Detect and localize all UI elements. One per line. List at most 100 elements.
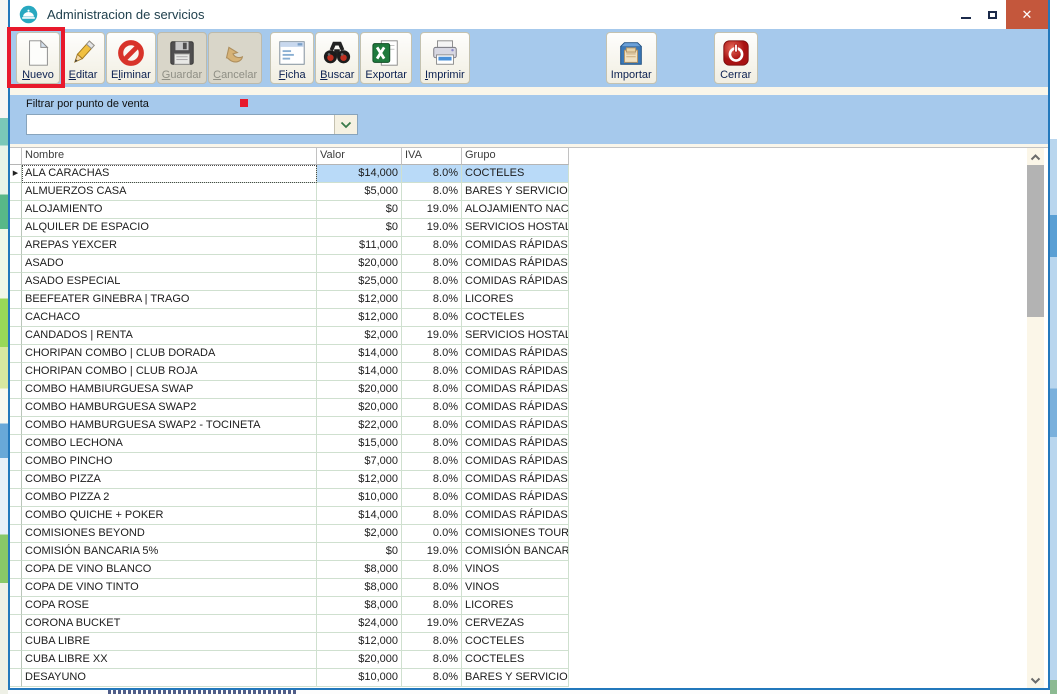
cell-grupo[interactable]: BARES Y SERVICIOS <box>462 669 569 687</box>
cell-nombre[interactable]: ASADO ESPECIAL <box>22 273 317 291</box>
cell-iva[interactable]: 8.0% <box>402 489 462 507</box>
table-row[interactable]: CHORIPAN COMBO | CLUB ROJA$14,0008.0%COM… <box>10 363 570 381</box>
row-selector-cell[interactable] <box>10 201 22 219</box>
cell-grupo[interactable]: COMIDAS RÁPIDAS <box>462 363 569 381</box>
cell-iva[interactable]: 8.0% <box>402 381 462 399</box>
importar-button[interactable]: Importar <box>606 32 657 84</box>
table-row[interactable]: COPA ROSE$8,0008.0%LICORES <box>10 597 570 615</box>
cell-nombre[interactable]: COMBO LECHONA <box>22 435 317 453</box>
cell-iva[interactable]: 19.0% <box>402 219 462 237</box>
row-selector-cell[interactable] <box>10 255 22 273</box>
cell-nombre[interactable]: COMBO QUICHE + POKER <box>22 507 317 525</box>
row-selector-cell[interactable] <box>10 273 22 291</box>
cell-nombre[interactable]: COMISIONES BEYOND <box>22 525 317 543</box>
cell-valor[interactable]: $2,000 <box>317 525 402 543</box>
row-selector-cell[interactable] <box>10 183 22 201</box>
table-row[interactable]: COPA DE VINO TINTO$8,0008.0%VINOS <box>10 579 570 597</box>
cell-grupo[interactable]: COMIDAS RÁPIDAS <box>462 417 569 435</box>
row-selector-cell[interactable] <box>10 615 22 633</box>
cell-iva[interactable]: 8.0% <box>402 579 462 597</box>
cell-valor[interactable]: $10,000 <box>317 489 402 507</box>
table-row[interactable]: ASADO$20,0008.0%COMIDAS RÁPIDAS <box>10 255 570 273</box>
row-selector-cell[interactable] <box>10 219 22 237</box>
cell-iva[interactable]: 8.0% <box>402 165 462 183</box>
punto-de-venta-combobox[interactable] <box>26 114 358 135</box>
cell-nombre[interactable]: AREPAS YEXCER <box>22 237 317 255</box>
cell-grupo[interactable]: COMIDAS RÁPIDAS <box>462 453 569 471</box>
column-header-valor[interactable]: Valor <box>317 148 402 165</box>
row-selector-cell[interactable] <box>10 651 22 669</box>
cell-grupo[interactable]: COMIDAS RÁPIDAS <box>462 399 569 417</box>
cell-valor[interactable]: $14,000 <box>317 345 402 363</box>
cell-iva[interactable]: 8.0% <box>402 237 462 255</box>
cell-iva[interactable]: 8.0% <box>402 597 462 615</box>
row-selector-cell[interactable] <box>10 579 22 597</box>
cell-iva[interactable]: 8.0% <box>402 507 462 525</box>
cell-grupo[interactable]: ALOJAMIENTO NACI <box>462 201 569 219</box>
cell-nombre[interactable]: ALQUILER DE ESPACIO <box>22 219 317 237</box>
cell-valor[interactable]: $0 <box>317 201 402 219</box>
imprimir-button[interactable]: Imprimir <box>420 32 470 84</box>
close-button[interactable]: ✕ <box>1006 0 1048 29</box>
cell-valor[interactable]: $25,000 <box>317 273 402 291</box>
cell-valor[interactable]: $12,000 <box>317 633 402 651</box>
cell-grupo[interactable]: COCTELES <box>462 309 569 327</box>
cell-nombre[interactable]: CHORIPAN COMBO | CLUB DORADA <box>22 345 317 363</box>
cell-grupo[interactable]: COMIDAS RÁPIDAS <box>462 237 569 255</box>
row-selector-cell[interactable] <box>10 471 22 489</box>
row-selector-cell[interactable] <box>10 381 22 399</box>
table-row[interactable]: DESAYUNO$10,0008.0%BARES Y SERVICIOS <box>10 669 570 687</box>
cell-nombre[interactable]: ALA CARACHAS <box>22 165 317 183</box>
row-selector-cell[interactable] <box>10 291 22 309</box>
cell-iva[interactable]: 8.0% <box>402 399 462 417</box>
cell-grupo[interactable]: COMIDAS RÁPIDAS <box>462 273 569 291</box>
row-selector-cell[interactable] <box>10 561 22 579</box>
cell-iva[interactable]: 8.0% <box>402 255 462 273</box>
cell-nombre[interactable]: CHORIPAN COMBO | CLUB ROJA <box>22 363 317 381</box>
cell-nombre[interactable]: CACHACO <box>22 309 317 327</box>
row-selector-cell[interactable] <box>10 417 22 435</box>
cell-iva[interactable]: 8.0% <box>402 363 462 381</box>
table-row[interactable]: AREPAS YEXCER$11,0008.0%COMIDAS RÁPIDAS <box>10 237 570 255</box>
cell-grupo[interactable]: COCTELES <box>462 165 569 183</box>
cell-iva[interactable]: 8.0% <box>402 561 462 579</box>
table-row[interactable]: ALOJAMIENTO$019.0%ALOJAMIENTO NACI <box>10 201 570 219</box>
cell-valor[interactable]: $20,000 <box>317 255 402 273</box>
row-selector-cell[interactable] <box>10 345 22 363</box>
table-row[interactable]: BEEFEATER GINEBRA | TRAGO$12,0008.0%LICO… <box>10 291 570 309</box>
cell-valor[interactable]: $12,000 <box>317 471 402 489</box>
table-row[interactable]: ▶ALA CARACHAS$14,0008.0%COCTELES <box>10 165 570 183</box>
table-row[interactable]: CUBA LIBRE$12,0008.0%COCTELES <box>10 633 570 651</box>
cell-iva[interactable]: 8.0% <box>402 651 462 669</box>
table-row[interactable]: ASADO ESPECIAL$25,0008.0%COMIDAS RÁPIDAS <box>10 273 570 291</box>
cell-valor[interactable]: $0 <box>317 219 402 237</box>
cell-valor[interactable]: $20,000 <box>317 381 402 399</box>
table-row[interactable]: COMISIONES BEYOND$2,0000.0%COMISIONES TO… <box>10 525 570 543</box>
cell-nombre[interactable]: ASADO <box>22 255 317 273</box>
cell-iva[interactable]: 8.0% <box>402 183 462 201</box>
cell-iva[interactable]: 8.0% <box>402 273 462 291</box>
maximize-button[interactable] <box>979 0 1006 29</box>
cell-valor[interactable]: $8,000 <box>317 561 402 579</box>
row-selector-cell[interactable] <box>10 363 22 381</box>
vertical-scrollbar[interactable] <box>1027 148 1044 688</box>
cell-iva[interactable]: 19.0% <box>402 327 462 345</box>
cell-valor[interactable]: $15,000 <box>317 435 402 453</box>
cell-valor[interactable]: $12,000 <box>317 291 402 309</box>
cell-valor[interactable]: $8,000 <box>317 579 402 597</box>
cell-nombre[interactable]: CORONA BUCKET <box>22 615 317 633</box>
cell-iva[interactable]: 8.0% <box>402 309 462 327</box>
cell-grupo[interactable]: COMIDAS RÁPIDAS <box>462 381 569 399</box>
cell-nombre[interactable]: COPA ROSE <box>22 597 317 615</box>
cell-valor[interactable]: $14,000 <box>317 165 402 183</box>
cell-iva[interactable]: 8.0% <box>402 291 462 309</box>
table-row[interactable]: COMBO HAMBIURGUESA SWAP$20,0008.0%COMIDA… <box>10 381 570 399</box>
cell-nombre[interactable]: COMBO PIZZA 2 <box>22 489 317 507</box>
cell-valor[interactable]: $14,000 <box>317 363 402 381</box>
row-selector-cell[interactable] <box>10 237 22 255</box>
table-row[interactable]: COMBO QUICHE + POKER$14,0008.0%COMIDAS R… <box>10 507 570 525</box>
row-selector-cell[interactable] <box>10 399 22 417</box>
cell-grupo[interactable]: COMIDAS RÁPIDAS <box>462 489 569 507</box>
cell-nombre[interactable]: CANDADOS | RENTA <box>22 327 317 345</box>
cell-grupo[interactable]: SERVICIOS HOSTAL <box>462 219 569 237</box>
